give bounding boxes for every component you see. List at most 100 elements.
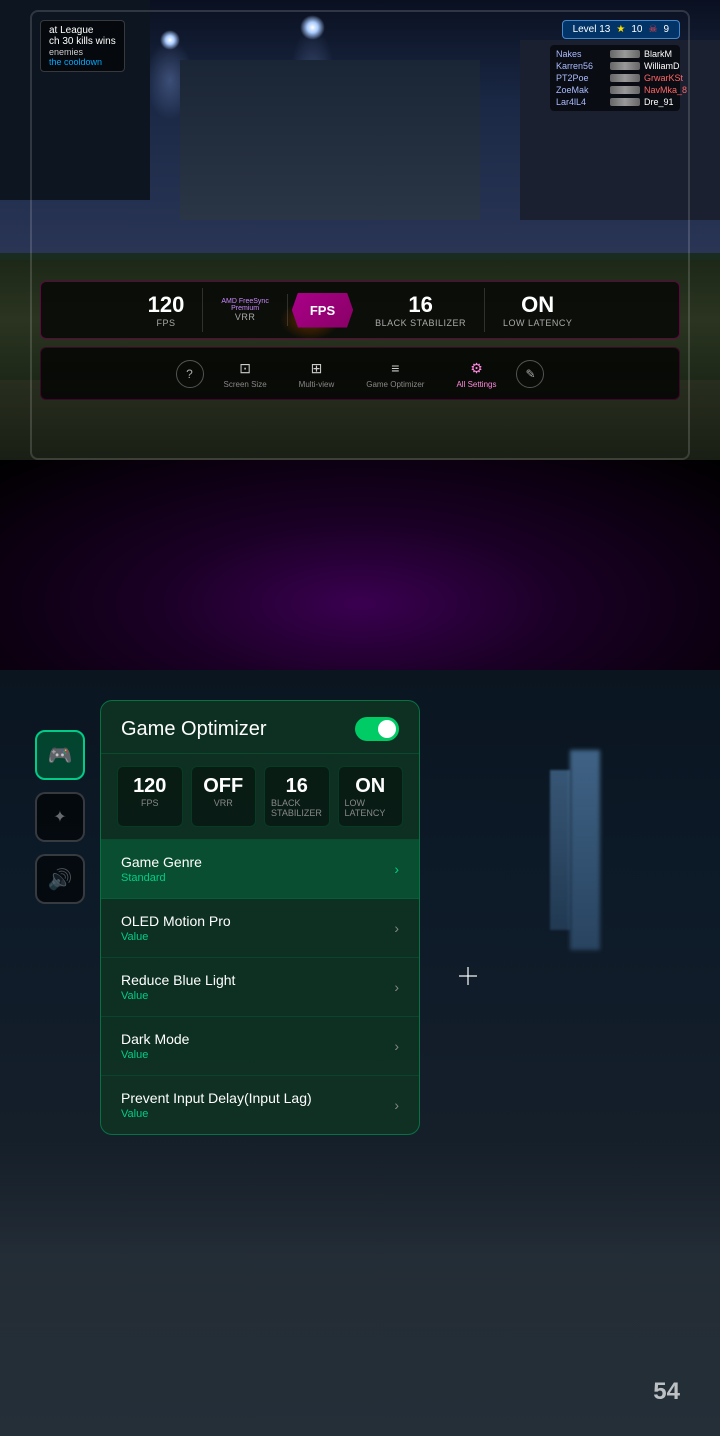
match-text-3: enemies: [49, 47, 116, 57]
freesync-premium: Premium: [231, 305, 259, 312]
input-delay-item[interactable]: Prevent Input Delay(Input Lag) Value ›: [101, 1076, 419, 1134]
multi-view-icon: ⊞: [306, 358, 326, 378]
star-count: 10: [631, 24, 642, 35]
panel-fps-label: FPS: [141, 798, 159, 808]
hud-right: Level 13 ★ 10 ☠ 9 Nakes BlarkM Karren56: [550, 20, 680, 111]
reduce-blue-light-title: Reduce Blue Light: [121, 972, 235, 988]
panel-vrr-value: OFF: [203, 775, 243, 798]
level-text: Level 13: [573, 24, 611, 35]
match-text-2: ch 30 kills wins: [49, 36, 116, 47]
input-delay-content: Prevent Input Delay(Input Lag) Value: [121, 1090, 312, 1120]
player-list: Nakes BlarkM Karren56 WilliamD PT2Poe Gr…: [550, 45, 680, 111]
input-delay-title: Prevent Input Delay(Input Lag): [121, 1090, 312, 1106]
panel-bs-stat: 16 Black Stabilizer: [264, 766, 330, 827]
edit-button[interactable]: ✎: [516, 360, 544, 388]
reduce-blue-light-value: Value: [121, 990, 235, 1002]
match-text-4: the cooldown: [49, 57, 116, 67]
game-optimizer-button[interactable]: ≡ Game Optimizer: [354, 354, 436, 393]
effects-icon: ✦: [53, 807, 66, 827]
waterfall-2: [550, 770, 570, 930]
input-delay-value: Value: [121, 1108, 312, 1120]
black-stabilizer-stat: 16 Black Stabilizer: [357, 288, 485, 332]
bottom-game-section: 🎮 ✦ 🔊 Game Optimizer 120 FPS OFF VRR: [0, 670, 720, 1436]
skull-icon: ☠: [648, 24, 657, 35]
fps-value: 120: [148, 292, 185, 318]
game-genre-value: Standard: [121, 872, 202, 884]
top-game-section: at League ch 30 kills wins enemies the c…: [0, 0, 720, 460]
game-genre-item[interactable]: Game Genre Standard ›: [101, 840, 419, 899]
ammo-counter: 54: [653, 1378, 680, 1406]
left-sidebar: 🎮 ✦ 🔊: [30, 730, 90, 904]
game-genre-content: Game Genre Standard: [121, 854, 202, 884]
vrr-stat: AMD FreeSync Premium VRR: [203, 294, 287, 326]
all-settings-button[interactable]: ⚙ All Settings: [444, 354, 508, 393]
waterfall-1: [570, 750, 600, 950]
table-row: ZoeMak NavMka_8: [556, 84, 674, 96]
freesync-sublabel: AMD FreeSync: [221, 298, 268, 305]
oled-motion-item[interactable]: OLED Motion Pro Value ›: [101, 899, 419, 958]
hud-left-info: at League ch 30 kills wins enemies the c…: [40, 20, 125, 72]
table-row: Karren56 WilliamD: [556, 60, 674, 72]
crosshair-vertical: [467, 967, 469, 985]
panel-ll-stat: ON Low Latency: [338, 766, 404, 827]
screen-size-label: Screen Size: [224, 380, 267, 389]
skull-count: 9: [663, 24, 669, 35]
fps-badge-text: FPS: [310, 303, 335, 318]
ll-label: Low Latency: [503, 318, 572, 328]
sidebar-gamepad-button[interactable]: 🎮: [35, 730, 85, 780]
optimizer-toggle[interactable]: [355, 717, 399, 741]
gun-icon: [610, 98, 640, 106]
dark-mode-item[interactable]: Dark Mode Value ›: [101, 1017, 419, 1076]
panel-vrr-label: VRR: [214, 798, 233, 808]
help-button[interactable]: ?: [176, 360, 204, 388]
fps-stat: 120 FPS: [130, 288, 204, 332]
panel-title: Game Optimizer: [121, 718, 267, 741]
panel-vrr-stat: OFF VRR: [191, 766, 257, 827]
bs-value: 16: [408, 292, 432, 318]
reduce-blue-light-content: Reduce Blue Light Value: [121, 972, 235, 1002]
screen-size-icon: ⊡: [235, 358, 255, 378]
hud-bottom: 120 FPS AMD FreeSync Premium VRR FPS 16 …: [40, 281, 680, 400]
oled-motion-title: OLED Motion Pro: [121, 913, 231, 929]
table-row: Nakes BlarkM: [556, 48, 674, 60]
game-optimizer-icon: ≡: [385, 358, 405, 378]
panel-fps-value: 120: [133, 775, 166, 798]
ll-value: ON: [521, 292, 554, 318]
table-row: PT2Poe GrwarKSt: [556, 72, 674, 84]
ruins-floor: [0, 1136, 720, 1436]
multi-view-button[interactable]: ⊞ Multi-view: [287, 354, 347, 393]
panel-bs-label: Black Stabilizer: [271, 798, 323, 818]
input-delay-arrow: ›: [394, 1097, 399, 1113]
gun-icon: [610, 62, 640, 70]
reduce-blue-light-item[interactable]: Reduce Blue Light Value ›: [101, 958, 419, 1017]
divider-section: [0, 460, 720, 700]
multi-view-label: Multi-view: [299, 380, 335, 389]
panel-ll-label: Low Latency: [345, 798, 397, 818]
stats-bar: 120 FPS AMD FreeSync Premium VRR FPS 16 …: [40, 281, 680, 339]
panel-bs-value: 16: [286, 775, 308, 798]
low-latency-stat: ON Low Latency: [485, 288, 590, 332]
dark-mode-arrow: ›: [394, 1038, 399, 1054]
dark-mode-content: Dark Mode Value: [121, 1031, 189, 1061]
optimizer-menu-items: Game Genre Standard › OLED Motion Pro Va…: [101, 840, 419, 1134]
audio-icon: 🔊: [48, 867, 73, 892]
menu-bar: ? ⊡ Screen Size ⊞ Multi-view ≡ Game Opti…: [40, 347, 680, 400]
game-optimizer-panel: Game Optimizer 120 FPS OFF VRR 16 Black …: [100, 700, 420, 1135]
all-settings-label: All Settings: [456, 380, 496, 389]
oled-motion-content: OLED Motion Pro Value: [121, 913, 231, 943]
sidebar-audio-button[interactable]: 🔊: [35, 854, 85, 904]
bs-label: Black Stabilizer: [375, 318, 466, 328]
game-genre-arrow: ›: [394, 861, 399, 877]
gamepad-icon: 🎮: [48, 743, 73, 768]
vrr-label: VRR: [235, 312, 256, 322]
panel-header: Game Optimizer: [101, 701, 419, 754]
sidebar-effects-button[interactable]: ✦: [35, 792, 85, 842]
game-genre-title: Game Genre: [121, 854, 202, 870]
match-text-1: at League: [49, 25, 116, 36]
dark-mode-title: Dark Mode: [121, 1031, 189, 1047]
oled-motion-arrow: ›: [394, 920, 399, 936]
gun-icon: [610, 86, 640, 94]
screen-size-button[interactable]: ⊡ Screen Size: [212, 354, 279, 393]
panel-stats-row: 120 FPS OFF VRR 16 Black Stabilizer ON L…: [101, 754, 419, 840]
fps-label: FPS: [157, 318, 176, 328]
